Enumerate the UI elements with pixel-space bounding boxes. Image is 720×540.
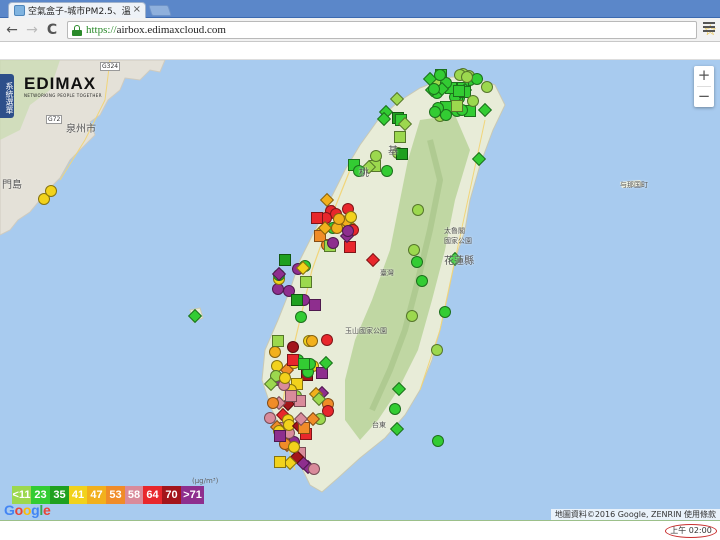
legend-item: 41 — [69, 486, 87, 504]
legend-item: 58 — [125, 486, 143, 504]
zoom-control: + − — [694, 66, 714, 107]
sensor-marker[interactable] — [320, 334, 333, 347]
sensor-marker[interactable] — [272, 283, 284, 296]
legend-item: 35 — [50, 486, 69, 504]
sensor-marker[interactable] — [268, 345, 281, 358]
url-host: airbox.edimaxcloud.com — [116, 24, 226, 36]
sensor-marker[interactable] — [432, 435, 444, 447]
sensor-marker[interactable] — [369, 150, 382, 163]
label-yonaguni: 与那国町 — [620, 181, 648, 189]
lock-icon — [72, 25, 82, 36]
legend-item: 47 — [87, 486, 106, 504]
sensor-marker[interactable] — [284, 390, 297, 403]
label-mendao: 門島 — [2, 180, 22, 191]
sensor-marker[interactable] — [297, 357, 310, 370]
label-yushan: 玉山國家公園 — [345, 327, 387, 335]
back-arrow-icon[interactable]: ← — [4, 22, 20, 38]
favicon-icon — [14, 5, 25, 16]
sensor-marker[interactable] — [291, 294, 304, 307]
sensor-marker[interactable] — [410, 255, 423, 268]
sensor-marker[interactable] — [272, 335, 285, 348]
label-quanzhou: 泉州市 — [66, 124, 96, 135]
sensor-marker[interactable] — [273, 456, 286, 469]
legend-item: >71 — [181, 486, 204, 504]
sensor-marker[interactable] — [451, 99, 464, 112]
timeline-bar: 上午 02:00 — [0, 520, 720, 540]
logo-tagline: NETWORKING PEOPLE TOGETHER — [24, 93, 102, 98]
sensor-marker[interactable] — [380, 164, 393, 177]
sensor-marker[interactable] — [311, 211, 324, 224]
tab-title: 空氣盒子-城市PM2.5、溫 — [28, 7, 131, 17]
logo-brand: EDIMAX — [24, 74, 97, 93]
sensor-marker[interactable] — [306, 335, 319, 348]
sensor-marker[interactable] — [407, 243, 420, 256]
sensor-marker[interactable] — [341, 224, 354, 237]
sensor-marker[interactable] — [481, 81, 494, 94]
menu-icon[interactable] — [703, 22, 715, 34]
sensor-marker[interactable] — [295, 310, 308, 323]
zoom-out-button[interactable]: − — [694, 87, 714, 107]
legend-item: 70 — [162, 486, 181, 504]
sensor-marker[interactable] — [412, 204, 424, 216]
sensor-marker[interactable] — [405, 309, 418, 322]
address-bar[interactable]: https://airbox.edimaxcloud.com ☆ — [67, 21, 717, 39]
sensor-marker[interactable] — [279, 254, 292, 267]
sensor-marker[interactable] — [428, 105, 441, 118]
sensor-marker[interactable] — [308, 463, 321, 476]
sensor-marker[interactable] — [471, 151, 487, 167]
new-tab-button[interactable] — [148, 5, 172, 16]
sensor-marker[interactable] — [273, 429, 286, 442]
sensor-marker[interactable] — [467, 95, 480, 108]
sensor-marker[interactable] — [287, 440, 300, 453]
map-attribution[interactable]: 地圖資料©2016 Google, ZENRIN 使用條款 — [550, 509, 720, 520]
label-taiwan: 臺灣 — [380, 269, 394, 277]
tab-strip: 空氣盒子-城市PM2.5、溫 × — [0, 0, 720, 18]
sensor-marker[interactable] — [266, 396, 279, 409]
tab-close-icon[interactable]: × — [133, 4, 141, 15]
edimax-logo: EDIMAX NETWORKING PEOPLE TOGETHER — [24, 74, 102, 98]
sensor-marker[interactable] — [439, 306, 451, 318]
sensor-marker[interactable] — [389, 403, 401, 415]
label-taroko: 太魯閣 國家公園 — [444, 227, 472, 245]
road-badge-g72: G72 — [46, 115, 63, 124]
url-text: https://airbox.edimaxcloud.com — [86, 24, 226, 36]
sensor-marker[interactable] — [389, 91, 404, 106]
bookmark-bar — [0, 42, 720, 60]
road-badge-g324: G324 — [100, 62, 121, 71]
sensor-marker[interactable] — [365, 252, 381, 268]
sensor-marker[interactable] — [477, 102, 492, 117]
label-taidong: 台東 — [372, 421, 386, 429]
sensor-marker[interactable] — [415, 275, 428, 288]
sensor-marker[interactable] — [391, 381, 407, 397]
side-menu-toggle[interactable]: 系統選單 — [0, 74, 14, 118]
sensor-marker[interactable] — [286, 341, 299, 354]
forward-arrow-icon[interactable]: → — [24, 22, 40, 38]
label-taibei: 基 — [388, 146, 398, 157]
sensor-markers-layer — [0, 60, 720, 520]
sensor-marker[interactable] — [326, 237, 339, 250]
map-view[interactable]: 系統選單 EDIMAX NETWORKING PEOPLE TOGETHER +… — [0, 60, 720, 520]
sensor-marker[interactable] — [45, 184, 58, 197]
sensor-marker[interactable] — [344, 211, 357, 224]
sensor-marker[interactable] — [299, 276, 312, 289]
browser-tab[interactable]: 空氣盒子-城市PM2.5、溫 × — [8, 2, 146, 18]
label-taoyuan: 桃 — [359, 168, 369, 179]
legend-item: 64 — [143, 486, 162, 504]
browser-toolbar: ← → C https://airbox.edimaxcloud.com ☆ — [0, 18, 720, 42]
label-hualien: 花蓮縣 — [444, 256, 474, 267]
sensor-marker[interactable] — [389, 421, 405, 437]
url-scheme: https:// — [86, 24, 117, 36]
google-logo: Google — [4, 502, 51, 518]
sensor-marker[interactable] — [309, 299, 322, 312]
legend-unit: (μg/m³) — [192, 477, 219, 485]
sensor-marker[interactable] — [427, 82, 440, 95]
sensor-marker[interactable] — [431, 344, 443, 356]
time-display: 上午 02:00 — [665, 524, 717, 538]
sensor-marker[interactable] — [187, 308, 203, 324]
sensor-marker[interactable] — [452, 85, 465, 98]
zoom-in-button[interactable]: + — [694, 66, 714, 86]
legend-item: 53 — [106, 486, 125, 504]
reload-icon[interactable]: C — [44, 22, 60, 38]
sensor-marker[interactable] — [434, 68, 447, 81]
